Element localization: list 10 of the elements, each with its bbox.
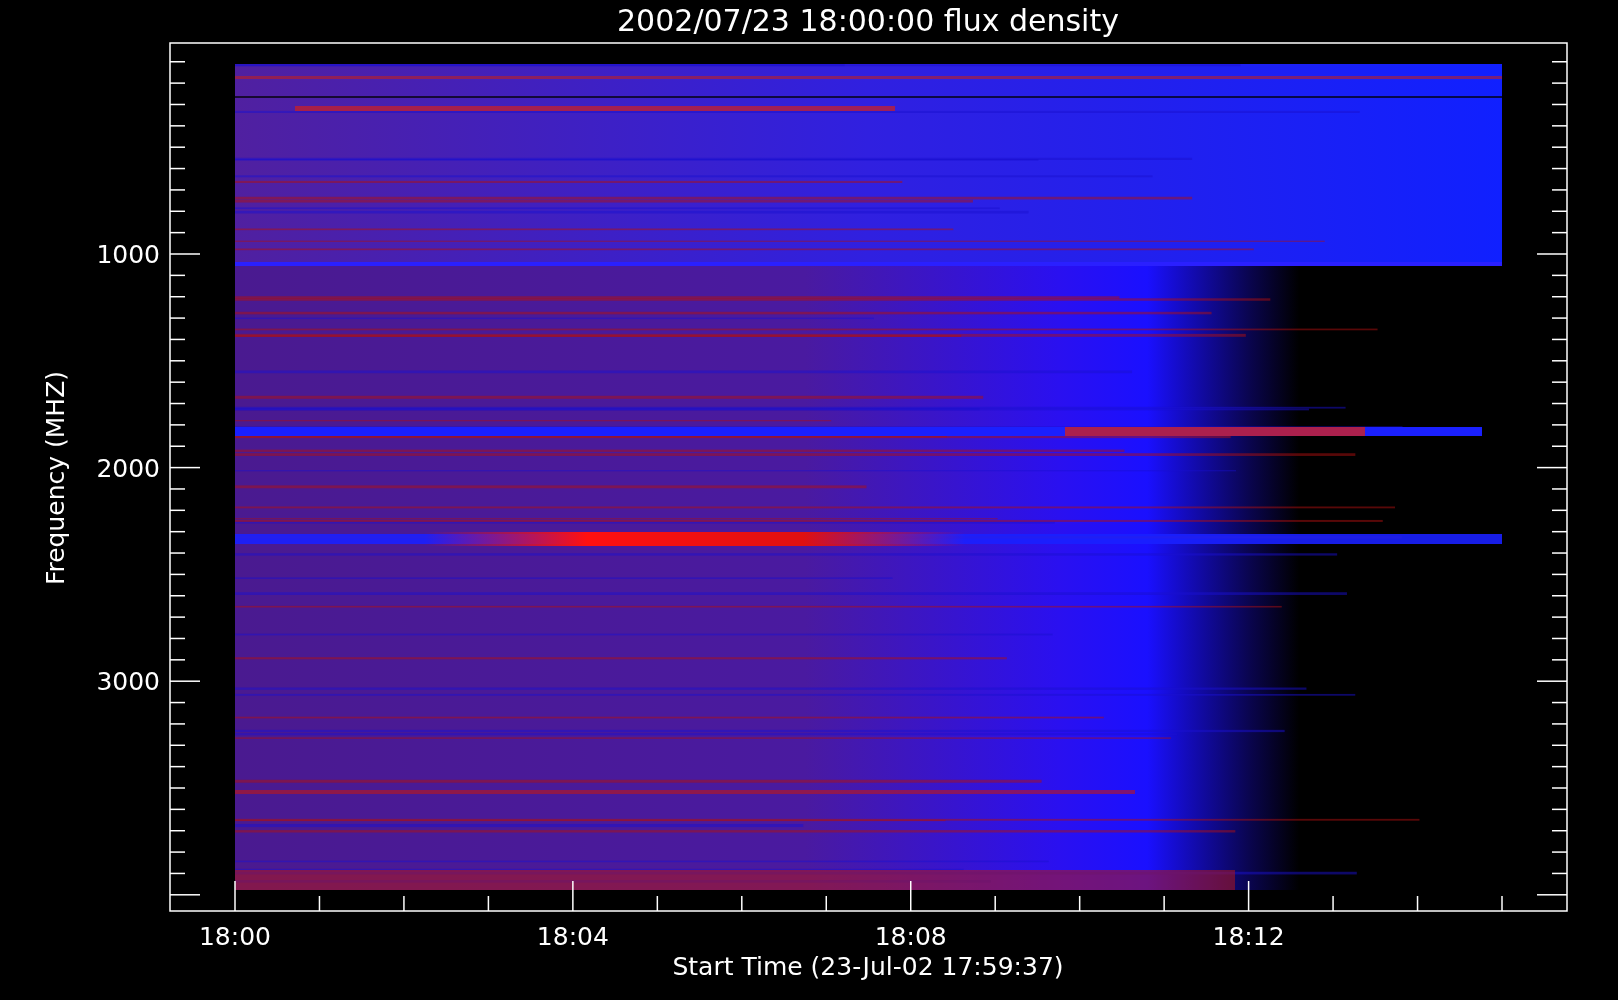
x-tick-label: 18:04: [536, 922, 609, 951]
y-axis-label: Frequency (MHZ): [41, 370, 70, 586]
x-tick-label: 18:08: [874, 922, 947, 951]
chart-title: 2002/07/23 18:00:00 flux density: [617, 3, 1119, 38]
x-tick-label: 18:12: [1212, 922, 1285, 951]
y-tick-label: 3000: [96, 667, 160, 697]
x-axis-label: Start Time (23-Jul-02 17:59:37): [672, 952, 1064, 981]
y-tick-label: 1000: [96, 240, 160, 269]
x-tick-label: 18:00: [199, 922, 271, 951]
y-tick-label: 2000: [96, 453, 160, 483]
